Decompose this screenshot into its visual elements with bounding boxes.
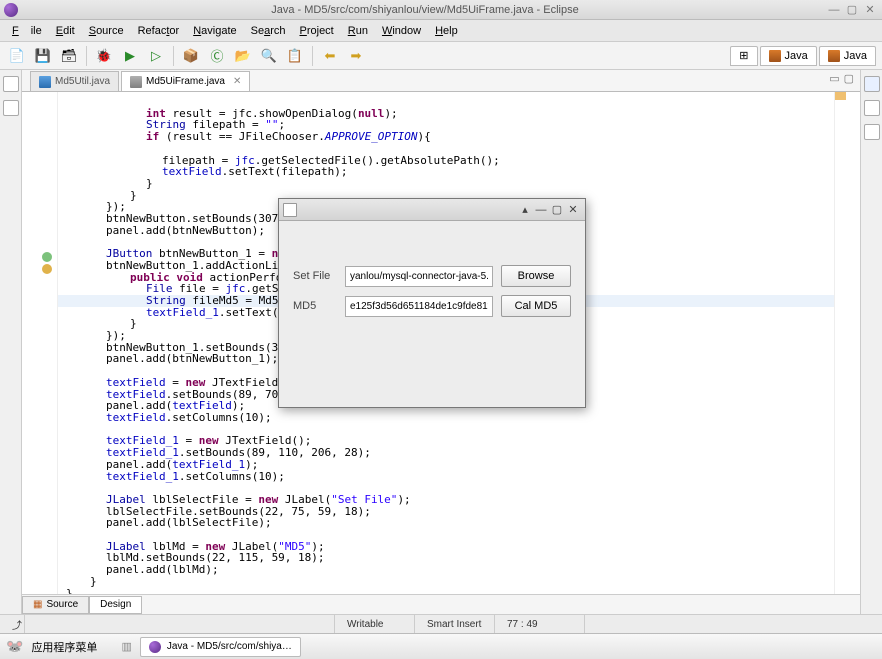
save-button[interactable]: 💾 bbox=[32, 45, 54, 67]
package-explorer-icon[interactable] bbox=[3, 76, 19, 92]
menu-project[interactable]: Project bbox=[294, 23, 340, 39]
toolbar: 📄 💾 🗃 🐞 ▶ ▷ 📦 Ⓒ 📂 🔍 📋 ⬅ ➡ ⊞ Java Java bbox=[0, 42, 882, 70]
new-class-button[interactable]: Ⓒ bbox=[206, 45, 228, 67]
perspective-java-1[interactable]: Java bbox=[760, 46, 817, 66]
run-button[interactable]: ▶ bbox=[119, 45, 141, 67]
override-marker-icon[interactable] bbox=[42, 252, 52, 262]
java-icon bbox=[828, 50, 840, 62]
dialog-titlebar[interactable]: ▴ — ▢ ✕ bbox=[279, 199, 585, 221]
new-button[interactable]: 📄 bbox=[6, 45, 28, 67]
close-tab-icon[interactable]: ✕ bbox=[233, 76, 241, 87]
dialog-close-icon[interactable]: ✕ bbox=[565, 203, 581, 217]
md5-output-input[interactable] bbox=[345, 296, 493, 317]
tab-md5util[interactable]: Md5Util.java bbox=[30, 71, 119, 91]
run-last-button[interactable]: ▷ bbox=[145, 45, 167, 67]
editor-tabs: Md5Util.java Md5UiFrame.java ✕ ▭ ▢ bbox=[22, 70, 860, 92]
task-button[interactable]: 📋 bbox=[284, 45, 306, 67]
debug-button[interactable]: 🐞 bbox=[93, 45, 115, 67]
perspective-java-2[interactable]: Java bbox=[819, 46, 876, 66]
status-empty1 bbox=[24, 615, 334, 634]
java-file-icon bbox=[39, 76, 51, 88]
menu-help[interactable]: Help bbox=[429, 23, 464, 39]
close-icon[interactable]: ✕ bbox=[862, 3, 878, 17]
md5-dialog: ▴ — ▢ ✕ Set File Browse MD5 Cal MD5 bbox=[278, 198, 586, 408]
java-app-icon bbox=[283, 203, 297, 217]
java-icon bbox=[769, 50, 781, 62]
set-file-label: Set File bbox=[293, 270, 345, 282]
right-trim bbox=[860, 70, 882, 614]
eclipse-icon bbox=[149, 641, 161, 653]
menu-navigate[interactable]: Navigate bbox=[187, 23, 242, 39]
tab-source[interactable]: ▦Source bbox=[22, 596, 89, 614]
menu-source[interactable]: Source bbox=[83, 23, 130, 39]
status-insert: Smart Insert bbox=[414, 615, 494, 634]
status-cursor-pos: 77 : 49 bbox=[494, 615, 584, 634]
new-package-button[interactable]: 📦 bbox=[180, 45, 202, 67]
md5-label: MD5 bbox=[293, 300, 345, 312]
cal-md5-button[interactable]: Cal MD5 bbox=[501, 295, 571, 317]
outline-icon[interactable] bbox=[864, 76, 880, 92]
status-writable: Writable bbox=[334, 615, 414, 634]
open-perspective-button[interactable]: ⊞ bbox=[730, 46, 757, 66]
set-file-input[interactable] bbox=[345, 266, 493, 287]
xfce-menu-icon[interactable]: 🐭 bbox=[6, 638, 23, 655]
editor-footer: ▦Source Design bbox=[22, 594, 860, 614]
os-taskbar: 🐭 应用程序菜单 ▥ Java - MD5/src/com/shiya… bbox=[0, 633, 882, 659]
open-type-button[interactable]: 📂 bbox=[232, 45, 254, 67]
tab-design[interactable]: Design bbox=[89, 596, 142, 614]
save-all-button[interactable]: 🗃 bbox=[58, 45, 80, 67]
menu-edit[interactable]: Edit bbox=[50, 23, 81, 39]
forward-button[interactable]: ➡ bbox=[345, 45, 367, 67]
back-button[interactable]: ⬅ bbox=[319, 45, 341, 67]
appmenu-label[interactable]: 应用程序菜单 bbox=[31, 639, 97, 655]
eclipse-icon bbox=[4, 3, 18, 17]
statusbar: ⤴ Writable Smart Insert 77 : 49 bbox=[0, 614, 882, 634]
menubar: File Edit Source Refactor Navigate Searc… bbox=[0, 20, 882, 42]
menu-search[interactable]: Search bbox=[245, 23, 292, 39]
dialog-iconify-icon[interactable]: ▴ bbox=[517, 203, 533, 217]
tasklist-icon[interactable] bbox=[864, 100, 880, 116]
java-editor-icon bbox=[130, 76, 142, 88]
menu-run[interactable]: Run bbox=[342, 23, 374, 39]
search-button[interactable]: 🔍 bbox=[258, 45, 280, 67]
maximize-icon[interactable]: ▢ bbox=[844, 3, 860, 17]
dialog-minimize-icon[interactable]: — bbox=[533, 203, 549, 217]
window-titlebar: Java - MD5/src/com/shiyanlou/view/Md5UiF… bbox=[0, 0, 882, 20]
browse-button[interactable]: Browse bbox=[501, 265, 571, 287]
taskbar-app-eclipse[interactable]: Java - MD5/src/com/shiya… bbox=[140, 637, 301, 657]
status-empty2 bbox=[584, 615, 882, 634]
gutter bbox=[22, 92, 58, 594]
minimize-icon[interactable]: — bbox=[826, 3, 842, 17]
menu-window[interactable]: Window bbox=[376, 23, 427, 39]
window-title: Java - MD5/src/com/shiyanlou/view/Md5UiF… bbox=[24, 4, 826, 16]
menu-file[interactable]: File bbox=[6, 23, 48, 39]
menu-refactor[interactable]: Refactor bbox=[132, 23, 186, 39]
overview-ruler[interactable] bbox=[834, 92, 846, 594]
dialog-maximize-icon[interactable]: ▢ bbox=[549, 203, 565, 217]
editor-maximize-icon[interactable]: ▢ bbox=[844, 72, 854, 85]
tab-md5uiframe[interactable]: Md5UiFrame.java ✕ bbox=[121, 71, 250, 91]
warning-marker-icon[interactable] bbox=[42, 264, 52, 274]
editor-minimize-icon[interactable]: ▭ bbox=[829, 72, 839, 85]
left-trim bbox=[0, 70, 22, 614]
status-icon-cell: ⤴ bbox=[0, 615, 24, 634]
structure-icon[interactable] bbox=[864, 124, 880, 140]
type-hierarchy-icon[interactable] bbox=[3, 100, 19, 116]
show-desktop-icon[interactable]: ▥ bbox=[121, 640, 131, 653]
